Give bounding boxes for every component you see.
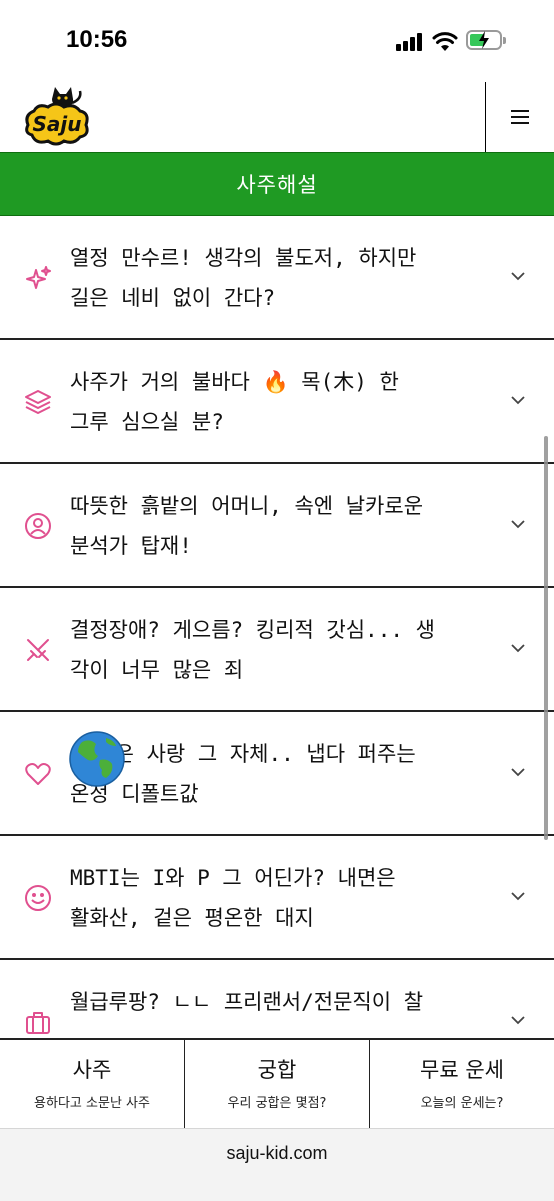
nav-free-fortune[interactable]: 무료 운세 오늘의 운세는? (369, 1040, 554, 1128)
accordion-item[interactable]: 열정 만수르! 생각의 불도저, 하지만 길은 네비 없이 간다? (0, 216, 554, 340)
wifi-icon (432, 32, 458, 51)
item-text: 사주가 거의 불바다 🔥 목(木) 한 그루 심으실 분? (70, 370, 399, 434)
nav-title: 궁합 (257, 1058, 297, 1082)
layers-icon (25, 390, 51, 414)
nav-title: 무료 운세 (420, 1058, 504, 1082)
heart-icon (25, 763, 51, 785)
chevron-down-icon (511, 396, 525, 405)
chevron-down-icon (511, 892, 525, 901)
chevron-down-icon (511, 644, 525, 653)
nav-gunghap[interactable]: 궁합 우리 궁합은 몇점? (184, 1040, 369, 1128)
browser-url-bar[interactable]: saju-kid.com (0, 1128, 554, 1201)
accordion-item[interactable]: MBTI는 I와 P 그 어딘가? 내면은 활화산, 겉은 평온한 대지 (0, 836, 554, 960)
section-title: 사주해설 (236, 173, 318, 197)
accordion-item[interactable]: 결정장애? 게으름? 킹리적 갓심... 생 각이 너무 많은 죄 (0, 588, 554, 712)
status-time: 10:56 (66, 26, 128, 53)
hamburger-menu-icon (511, 110, 529, 124)
swords-icon (27, 639, 49, 661)
chevron-down-icon (511, 1016, 525, 1025)
nav-subtitle: 용하다고 소문난 사주 (34, 1096, 150, 1111)
status-bar: 10:56 (0, 0, 554, 80)
item-text: 결정장애? 게으름? 킹리적 갓심... 생 각이 너무 많은 죄 (70, 618, 435, 682)
nav-title: 사주 (72, 1058, 112, 1082)
url-text: saju-kid.com (226, 1143, 328, 1163)
accordion-item[interactable]: 월급루팡? ㄴㄴ 프리랜서/전문직이 찰 (0, 960, 554, 1038)
nav-saju[interactable]: 사주 용하다고 소문난 사주 (0, 1040, 184, 1128)
battery-cap (503, 37, 506, 44)
item-text: 열정 만수르! 생각의 불도저, 하지만 길은 네비 없이 간다? (70, 246, 417, 310)
item-text: 따뜻한 흙밭의 어머니, 속엔 날카로운 분석가 탑재! (70, 494, 424, 558)
logo-text: Saju (33, 112, 82, 136)
site-header: Saju (0, 82, 554, 152)
item-text: 월급루팡? ㄴㄴ 프리랜서/전문직이 찰 (70, 990, 424, 1014)
chevron-down-icon (511, 768, 525, 777)
accordion-item[interactable]: 사주가 거의 불바다 🔥 목(木) 한 그루 심으실 분? (0, 340, 554, 464)
battery-icon (466, 30, 502, 50)
saju-logo[interactable]: Saju (22, 85, 92, 147)
user-circle-icon (25, 513, 51, 539)
sparkles-icon (26, 266, 51, 289)
item-text: MBTI는 I와 P 그 어딘가? 내면은 활화산, 겉은 평온한 대지 (70, 866, 396, 930)
globe-icon (69, 731, 125, 787)
bottom-navigation: 사주 용하다고 소문난 사주 궁합 우리 궁합은 몇점? 무료 운세 오늘의 운… (0, 1038, 554, 1128)
hamburger-menu-button[interactable] (486, 82, 554, 152)
item-text: 님은 사랑 그 자체.. 냅다 퍼주는 온정 디폴트값 (70, 742, 416, 806)
section-title-bar: 사주해설 (0, 152, 554, 216)
nav-subtitle: 오늘의 운세는? (420, 1096, 504, 1111)
scrollbar[interactable] (544, 436, 548, 840)
interpretation-list: 열정 만수르! 생각의 불도저, 하지만 길은 네비 없이 간다? 사주가 거의… (0, 216, 554, 1038)
accordion-item[interactable]: 따뜻한 흙밭의 어머니, 속엔 날카로운 분석가 탑재! (0, 464, 554, 588)
chevron-down-icon (511, 520, 525, 529)
cellular-signal-icon (396, 33, 426, 51)
nav-subtitle: 우리 궁합은 몇점? (227, 1096, 327, 1111)
briefcase-icon (26, 1012, 50, 1034)
smile-icon (25, 885, 51, 911)
chevron-down-icon (511, 272, 525, 281)
